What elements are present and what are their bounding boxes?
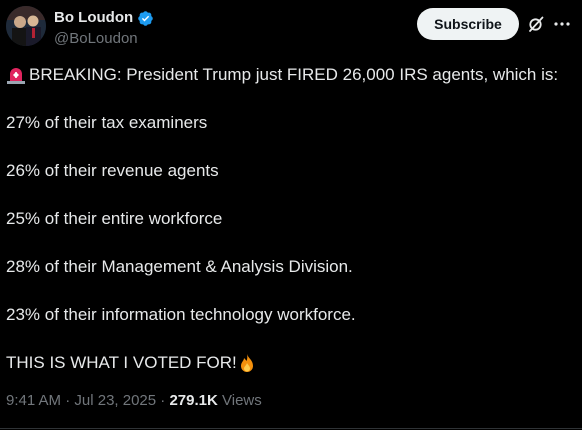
display-name[interactable]: Bo Loudon (54, 9, 133, 27)
more-icon[interactable] (552, 14, 572, 34)
subscribe-button[interactable]: Subscribe (417, 8, 519, 40)
meta-separator: · (156, 392, 170, 409)
police-siren-icon (6, 65, 26, 85)
verified-badge-icon[interactable] (137, 10, 154, 27)
tweet-line-breaking: BREAKING: President Trump just FIRED 26,… (6, 63, 576, 87)
tweet-line-workforce: 25% of their entire workforce (6, 209, 223, 228)
author-handle[interactable]: @BoLoudon (54, 29, 154, 49)
tweet-line-it-workforce: 23% of their information technology work… (6, 305, 356, 324)
tweet-time[interactable]: 9:41 AM (6, 392, 61, 409)
display-name-row: Bo Loudon (54, 9, 154, 27)
fire-icon (238, 353, 256, 373)
views-label: Views (222, 392, 262, 409)
tweet-line-revenue-agents: 26% of their revenue agents (6, 161, 219, 180)
tweet-line-management: 28% of their Management & Analysis Divis… (6, 257, 353, 276)
author-block: Bo Loudon @BoLoudon (54, 9, 154, 49)
tweet-line-text: BREAKING: President Trump just FIRED 26,… (29, 65, 559, 84)
views-count[interactable]: 279.1K (169, 392, 217, 409)
tweet-line-text: THIS IS WHAT I VOTED FOR! (6, 353, 237, 372)
tweet-meta: 9:41 AM · Jul 23, 2025 · 279.1K Views (6, 391, 262, 411)
tweet-text: BREAKING: President Trump just FIRED 26,… (6, 63, 576, 375)
tweet-line-tax-examiners: 27% of their tax examiners (6, 113, 208, 132)
grok-icon[interactable] (526, 14, 546, 34)
divider (0, 428, 582, 429)
tweet-header: Bo Loudon @BoLoudon Subscribe (0, 0, 582, 56)
tweet-line-voted: THIS IS WHAT I VOTED FOR! (6, 351, 576, 375)
avatar[interactable] (6, 6, 46, 46)
tweet-date[interactable]: Jul 23, 2025 (74, 392, 156, 409)
meta-separator: · (61, 392, 75, 409)
